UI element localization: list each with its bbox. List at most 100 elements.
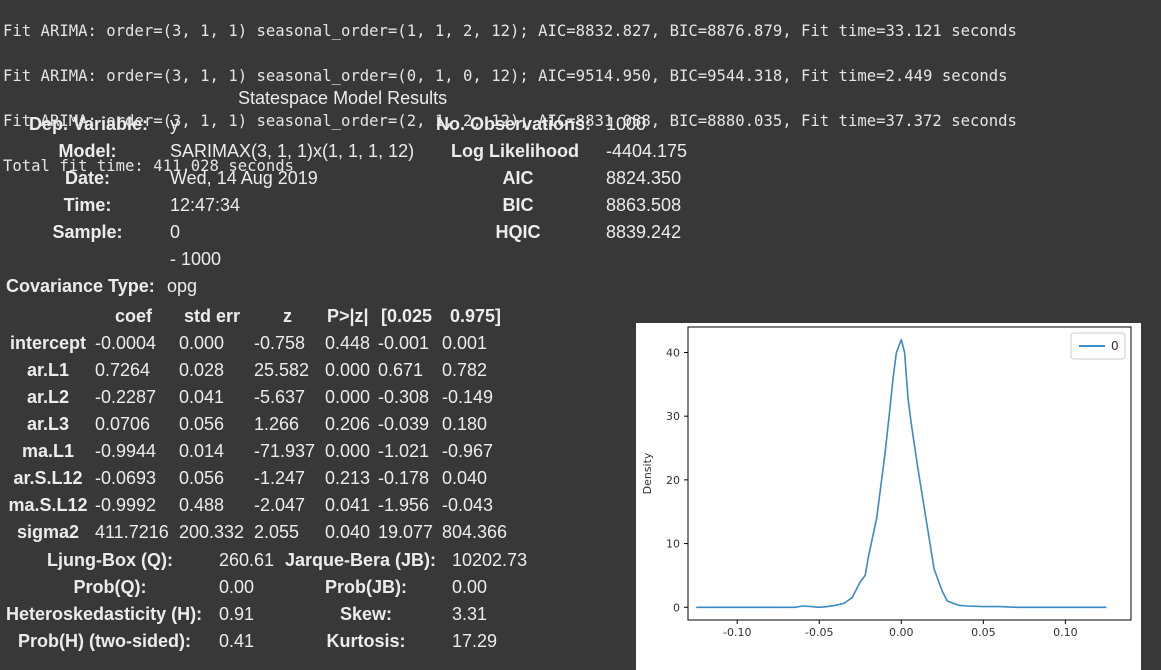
coef-cell: 0.001 xyxy=(442,333,488,353)
diag-label: Jarque-Bera (JB): xyxy=(285,550,437,570)
summary-label: HQIC xyxy=(495,222,541,242)
coef-cell: -0.2287 xyxy=(95,387,157,407)
summary-value: opg xyxy=(167,276,198,296)
coef-cell: 0.213 xyxy=(325,468,371,488)
coef-cell: -0.043 xyxy=(442,495,494,515)
coef-cell: 0.000 xyxy=(179,333,225,353)
coef-header: std err xyxy=(184,306,241,326)
summary-value: y xyxy=(170,114,179,134)
coef-cell: 0.000 xyxy=(325,387,371,407)
summary-value: 1000 xyxy=(606,114,647,134)
coef-cell: -1.021 xyxy=(378,441,430,461)
coef-cell: 0.041 xyxy=(179,387,225,407)
coef-cell: -0.178 xyxy=(378,468,430,488)
legend-label: 0 xyxy=(1111,339,1119,353)
coef-cell: 0.000 xyxy=(325,360,371,380)
coef-row-name: intercept xyxy=(9,333,87,353)
summary-value: SARIMAX(3, 1, 1)x(1, 1, 1, 12) xyxy=(170,141,415,161)
density-plot: 0 10 20 30 40 -0.10 -0.05 0.00 0.05 0.10 Density 0 xyxy=(636,323,1141,670)
summary-value: 8863.508 xyxy=(606,195,682,215)
diag-value: 0.00 xyxy=(452,577,488,597)
coef-row-name: ar.L3 xyxy=(26,414,70,434)
coef-row-name: ar.S.L12 xyxy=(13,468,83,488)
summary-label: Date: xyxy=(64,168,110,188)
y-tick-label: 10 xyxy=(666,538,680,551)
coef-cell: 0.056 xyxy=(179,468,225,488)
y-tick-label: 30 xyxy=(666,410,680,423)
coef-cell: 1.266 xyxy=(254,414,300,434)
x-tick-label: 0.10 xyxy=(1053,626,1078,639)
coef-cell: 0.448 xyxy=(325,333,371,353)
summary-label: No. Observations: xyxy=(436,114,592,134)
diag-label: Prob(Q): xyxy=(73,577,147,597)
results-caption: Statespace Model Results xyxy=(238,88,448,108)
coef-cell: -0.967 xyxy=(442,441,494,461)
diag-value: 17.29 xyxy=(452,631,498,651)
coef-cell: -0.0693 xyxy=(95,468,157,488)
summary-label: Log Likelihood xyxy=(451,141,579,161)
coef-cell: -0.9944 xyxy=(95,441,157,461)
summary-value: -4404.175 xyxy=(606,141,688,161)
summary-label: Time: xyxy=(63,195,112,215)
summary-label: BIC xyxy=(502,195,534,215)
coef-header: coef xyxy=(115,306,153,326)
coef-cell: -0.758 xyxy=(254,333,306,353)
coef-cell: 0.180 xyxy=(442,414,488,434)
coef-row-name: ma.S.L12 xyxy=(8,495,88,515)
coef-cell: -0.039 xyxy=(378,414,430,434)
y-tick-label: 20 xyxy=(666,474,680,487)
coef-cell: -0.001 xyxy=(378,333,430,353)
coef-cell: 0.7264 xyxy=(95,360,151,380)
log-line: Fit ARIMA: order=(3, 1, 1) seasonal_orde… xyxy=(3,21,1017,40)
summary-label: Dep. Variable: xyxy=(28,114,148,134)
coef-cell: 0.014 xyxy=(179,441,225,461)
coef-cell: -71.937 xyxy=(254,441,316,461)
summary-value: Wed, 14 Aug 2019 xyxy=(170,168,318,188)
diag-value: 260.61 xyxy=(219,550,275,570)
x-tick-label: 0.00 xyxy=(889,626,914,639)
coef-row-name: ar.L2 xyxy=(26,387,70,407)
coef-cell: 411.7216 xyxy=(95,522,169,542)
diag-label: Skew: xyxy=(339,604,393,624)
summary-value: 8824.350 xyxy=(606,168,682,188)
coef-cell: -5.637 xyxy=(254,387,306,407)
diag-value: 0.91 xyxy=(219,604,255,624)
coef-cell: -0.0004 xyxy=(95,333,157,353)
summary-label: Covariance Type: xyxy=(6,276,155,296)
x-tick-label: -0.10 xyxy=(723,626,751,639)
coef-cell: 0.040 xyxy=(442,468,488,488)
diag-label: Kurtosis: xyxy=(326,631,406,651)
coef-cell: -0.9992 xyxy=(95,495,157,515)
summary-label: Model: xyxy=(58,141,117,161)
coef-cell: 19.077 xyxy=(378,522,434,542)
coef-cell: 200.332 xyxy=(179,522,245,542)
diag-value: 0.00 xyxy=(219,577,255,597)
coef-header: z xyxy=(283,306,292,326)
diag-label: Heteroskedasticity (H): xyxy=(6,604,203,624)
coef-cell: 25.582 xyxy=(254,360,310,380)
coef-header: 0.975] xyxy=(450,306,502,326)
diag-label: Prob(JB): xyxy=(325,577,407,597)
plot-frame xyxy=(687,326,1132,621)
x-tick-label: -0.05 xyxy=(805,626,833,639)
diag-value: 10202.73 xyxy=(452,550,528,570)
diag-label: Prob(H) (two-sided): xyxy=(18,631,191,651)
coef-cell: -0.149 xyxy=(442,387,494,407)
coef-cell: 0.056 xyxy=(179,414,225,434)
diag-label: Ljung-Box (Q): xyxy=(47,550,173,570)
x-tick-label: 0.05 xyxy=(971,626,996,639)
y-axis-label: Density xyxy=(641,452,654,494)
log-line: Fit ARIMA: order=(3, 1, 1) seasonal_orde… xyxy=(3,66,1008,85)
coef-cell: 0.000 xyxy=(325,441,371,461)
coef-cell: 0.041 xyxy=(325,495,371,515)
coef-cell: -1.956 xyxy=(378,495,430,515)
diag-value: 3.31 xyxy=(452,604,488,624)
density-chart: 0 10 20 30 40 -0.10 -0.05 0.00 0.05 0.10 Density 0 xyxy=(641,326,1132,639)
summary-label: AIC xyxy=(502,168,534,188)
diag-value: 0.41 xyxy=(219,631,255,651)
summary-value: 12:47:34 xyxy=(170,195,241,215)
coef-row-name: ma.L1 xyxy=(21,441,75,461)
coef-cell: 0.040 xyxy=(325,522,371,542)
summary-value: 8839.242 xyxy=(606,222,682,242)
coef-row-name: sigma2 xyxy=(16,522,80,542)
